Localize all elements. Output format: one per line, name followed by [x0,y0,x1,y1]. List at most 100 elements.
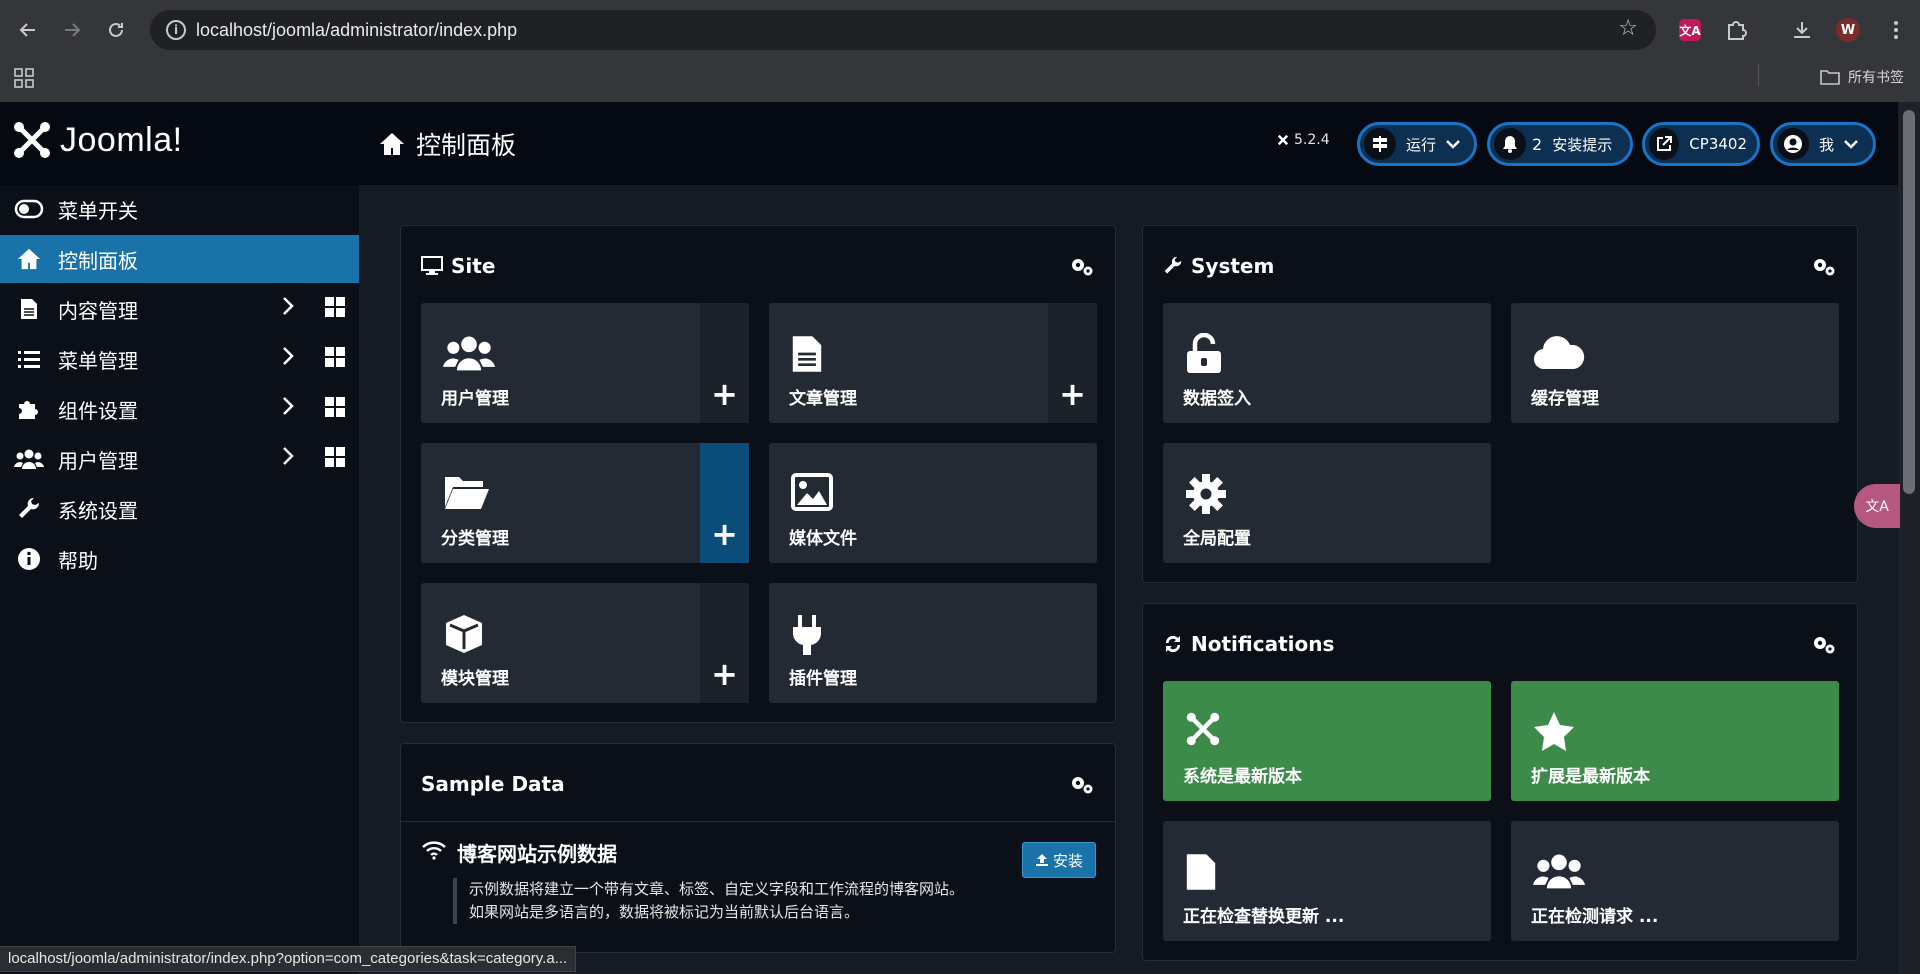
avatar: W [1836,18,1860,42]
apps-grid-icon[interactable] [14,68,34,92]
browser-chrome: i localhost/joomla/administrator/index.p… [0,0,1920,102]
notifications-title-text: Notifications [1191,632,1335,656]
sidebar-item-help[interactable]: 帮助 [0,535,359,583]
tile-global-checkin[interactable]: 数据签入 [1163,303,1491,423]
tile-cache[interactable]: 缓存管理 [1511,303,1839,423]
translate-icon: 文A [1865,499,1889,515]
sidebar-item-menus[interactable]: 菜单管理 [0,335,359,383]
chevron-right-icon[interactable] [282,446,294,472]
run-menu-button[interactable]: 运行 [1357,122,1477,166]
tile-label: 系统是最新版本 [1183,767,1302,787]
bell-icon [1494,128,1526,160]
bookmarks-divider [1758,64,1759,86]
downloads-button[interactable] [1788,16,1816,44]
download-icon [1794,22,1810,38]
dashboard-grid-icon[interactable] [324,296,346,323]
image-icon [791,473,833,515]
tile-privacy-requests[interactable]: 正在检测请求 ... [1511,821,1839,941]
joomla-icon [1185,711,1221,751]
tile-categories[interactable]: 分类管理 + [421,443,749,563]
chevron-right-icon[interactable] [282,346,294,372]
post-install-messages-button[interactable]: 2 安装提示 [1487,122,1633,166]
notifications-module: Notifications 系统是最新版本 扩展是最新版本 正在检查替换更新 .… [1142,603,1858,961]
translate-icon: 文A [1679,19,1701,41]
tile-label: 分类管理 [441,529,509,549]
tile-joomla-update[interactable]: 系统是最新版本 [1163,681,1491,801]
wifi-icon [422,841,446,860]
unlock-icon [1185,332,1223,379]
extensions-button[interactable] [1722,16,1750,44]
sample-data-item-title: 博客网站示例数据 [457,842,617,866]
tile-plugins[interactable]: 插件管理 [769,583,1097,703]
back-button[interactable] [12,14,44,46]
users-icon [1533,851,1585,895]
puzzle-icon [1728,21,1747,40]
sidebar-item-dashboard[interactable]: 控制面板 [0,235,359,283]
users-icon [443,333,495,377]
tile-label: 扩展是最新版本 [1531,767,1650,787]
module-options-gear-icon[interactable] [1069,256,1095,282]
joomla-icon [14,122,50,158]
dashboard-grid-icon[interactable] [324,446,346,473]
add-category-button[interactable]: + [700,443,749,563]
site-module-title: Site [421,254,495,278]
profile-button[interactable]: W [1834,16,1862,44]
module-options-gear-icon[interactable] [1811,256,1837,282]
forward-button[interactable] [56,14,88,46]
gear-icon [1185,473,1227,519]
install-label: 安装 [1052,851,1083,870]
user-menu-button[interactable]: 我 [1770,122,1876,166]
all-bookmarks-button[interactable]: 所有书签 [1820,67,1904,87]
tile-articles[interactable]: 文章管理 + [769,303,1097,423]
chevron-right-icon[interactable] [282,296,294,322]
upload-icon [1035,854,1048,866]
sidebar-item-users[interactable]: 用户管理 [0,435,359,483]
chevron-right-icon[interactable] [282,396,294,422]
home-icon [0,247,58,271]
sidebar-item-label: 系统设置 [58,498,138,523]
tile-media[interactable]: 媒体文件 [769,443,1097,563]
tile-label: 数据签入 [1183,389,1251,409]
floating-translate-button[interactable]: 文A [1854,484,1900,528]
add-user-button[interactable]: + [700,303,749,423]
tile-extensions-update[interactable]: 扩展是最新版本 [1511,681,1839,801]
tile-global-configuration[interactable]: 全局配置 [1163,443,1491,563]
joomla-logo[interactable]: Joomla! [12,120,183,160]
tile-modules[interactable]: 模块管理 + [421,583,749,703]
translate-extension-button[interactable]: 文A [1676,16,1704,44]
divider [401,821,1115,822]
scrollbar-thumb[interactable] [1903,110,1915,494]
reload-button[interactable] [100,14,132,46]
desktop-icon [421,256,443,275]
address-bar[interactable]: i localhost/joomla/administrator/index.p… [150,10,1656,50]
install-sample-data-button[interactable]: 安装 [1022,842,1096,878]
file-icon [791,333,823,379]
site-title-text: Site [451,254,496,278]
add-article-button[interactable]: + [1048,303,1097,423]
site-info-icon[interactable]: i [166,20,186,40]
view-site-button[interactable]: CP3402 [1642,122,1760,166]
sidebar-item-components[interactable]: 组件设置 [0,385,359,433]
dashboard-grid-icon[interactable] [324,346,346,373]
add-module-button[interactable]: + [700,583,749,703]
url-text[interactable]: localhost/joomla/administrator/index.php [196,20,517,41]
sidebar-item-content[interactable]: 内容管理 [0,285,359,333]
bookmark-star-icon[interactable]: ☆ [1618,16,1638,41]
module-options-gear-icon[interactable] [1069,774,1095,800]
tile-label: 正在检测请求 ... [1531,907,1659,927]
module-options-gear-icon[interactable] [1811,634,1837,660]
admin-header: Joomla! 控制面板 5.2.4 运行 2 安装提示 CP3402 我 [0,102,1898,185]
tile-override-check[interactable]: 正在检查替换更新 ... [1163,821,1491,941]
sidebar-item-menu-toggle[interactable]: 菜单开关 [0,185,359,233]
sidebar-item-system[interactable]: 系统设置 [0,485,359,533]
tile-users[interactable]: 用户管理 + [421,303,749,423]
page-title: 控制面板 [378,126,516,162]
tile-label: 模块管理 [441,669,509,689]
dashboard-grid-icon[interactable] [324,396,346,423]
sidebar-item-label: 组件设置 [58,398,138,423]
tile-label: 文章管理 [789,389,857,409]
tile-label: 全局配置 [1183,529,1251,549]
browser-menu-button[interactable] [1880,14,1912,46]
external-link-icon [1649,128,1680,160]
page-scrollbar[interactable] [1898,102,1920,974]
